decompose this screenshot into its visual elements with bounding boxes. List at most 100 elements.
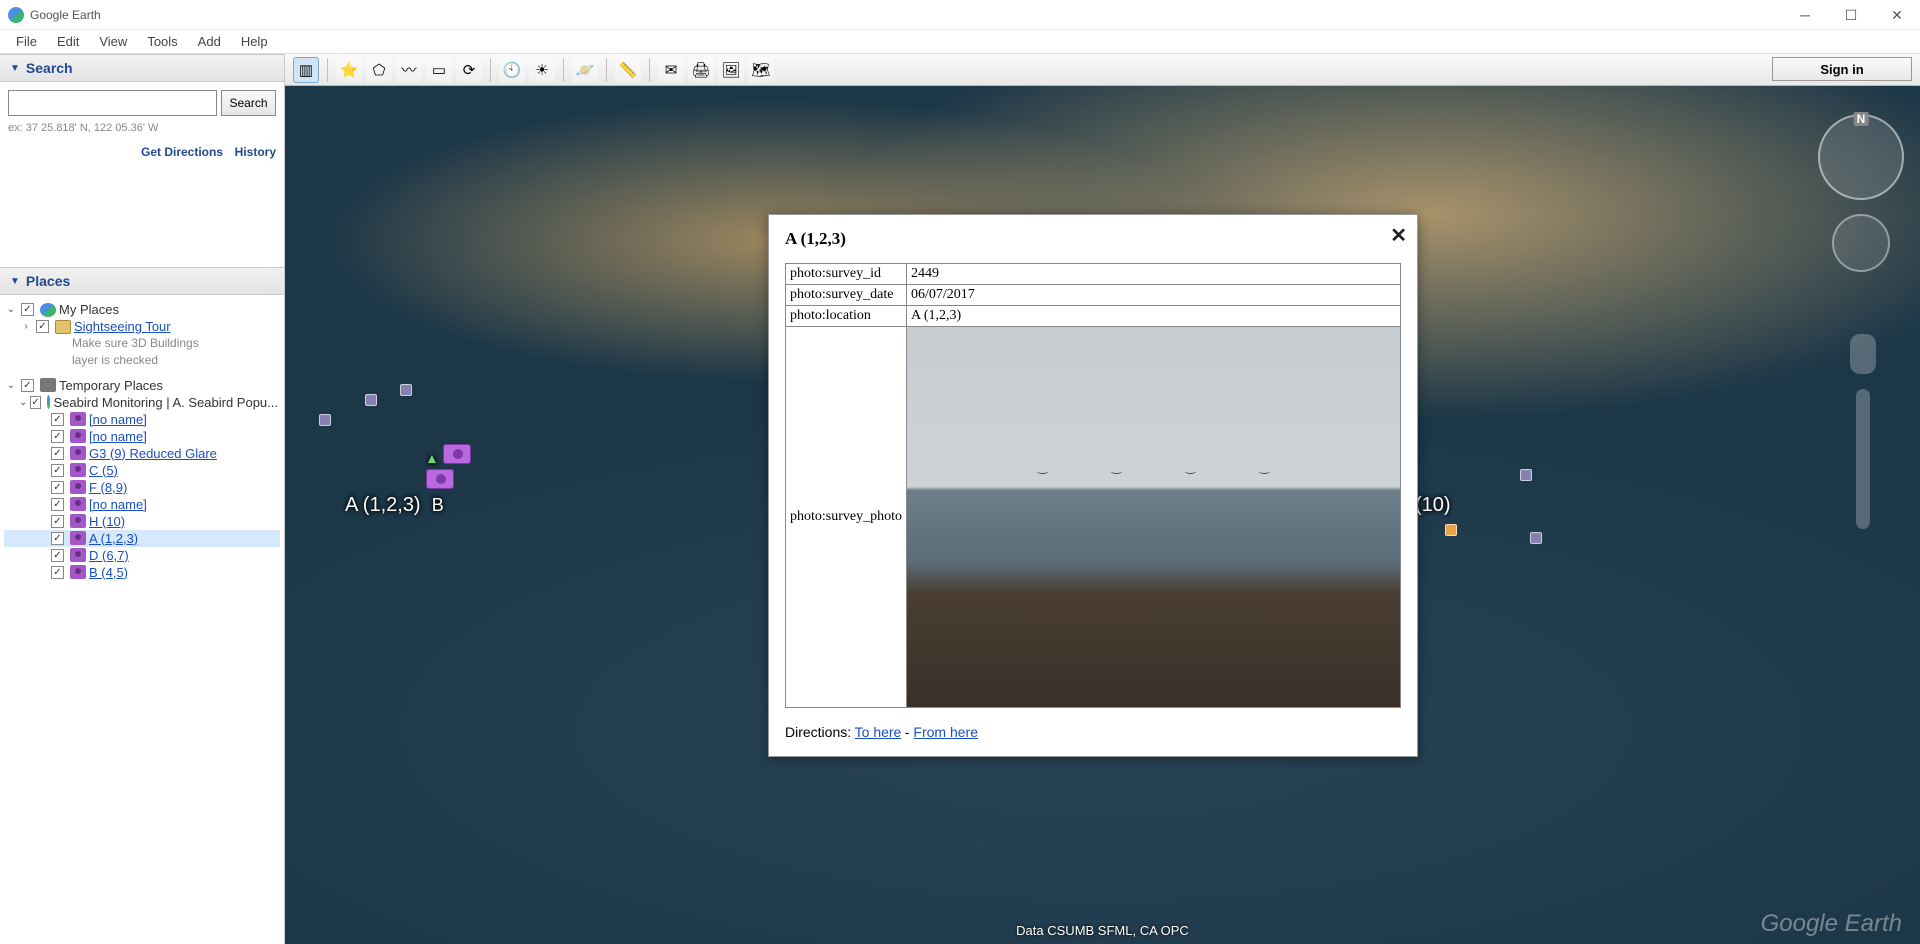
tree-place-item[interactable]: B (4,5) — [4, 564, 280, 581]
placemark-button[interactable]: ⭐ — [336, 57, 362, 83]
balloon-close-button[interactable]: ✕ — [1390, 223, 1407, 248]
tree-place-item[interactable]: [no name] — [4, 411, 280, 428]
close-button[interactable]: ✕ — [1874, 0, 1920, 30]
place-item-label[interactable]: B (4,5) — [89, 565, 128, 580]
map-marker-small[interactable] — [400, 384, 412, 396]
checkbox[interactable] — [30, 396, 40, 409]
checkbox[interactable] — [21, 379, 34, 392]
tree-place-item[interactable]: F (8,9) — [4, 479, 280, 496]
search-panel-header[interactable]: Search — [0, 54, 284, 82]
titlebar: Google Earth ─ ☐ ✕ — [0, 0, 1920, 30]
tree-place-item[interactable]: [no name] — [4, 496, 280, 513]
place-item-label[interactable]: D (6,7) — [89, 548, 129, 563]
menu-file[interactable]: File — [6, 32, 47, 51]
map-marker-small[interactable] — [319, 414, 331, 426]
image-overlay-button[interactable]: ▭ — [426, 57, 452, 83]
to-here-link[interactable]: To here — [855, 724, 902, 740]
tree-place-item[interactable]: [no name] — [4, 428, 280, 445]
get-directions-link[interactable]: Get Directions — [141, 145, 223, 159]
menu-tools[interactable]: Tools — [137, 32, 187, 51]
search-button[interactable]: Search — [221, 90, 276, 116]
table-row: photo:survey_id 2449 — [786, 264, 1401, 285]
sidebar-toggle-button[interactable]: ▥ — [293, 57, 319, 83]
checkbox[interactable] — [51, 430, 64, 443]
checkbox[interactable] — [51, 447, 64, 460]
menu-view[interactable]: View — [89, 32, 137, 51]
polygon-button[interactable]: ⬠ — [366, 57, 392, 83]
signin-button[interactable]: Sign in — [1772, 57, 1912, 81]
email-button[interactable]: ✉ — [658, 57, 684, 83]
camera-icon — [70, 446, 86, 460]
place-item-label[interactable]: H (10) — [89, 514, 125, 529]
place-item-label[interactable]: G3 (9) Reduced Glare — [89, 446, 217, 461]
globe-icon — [40, 303, 56, 317]
tree-place-item[interactable]: H (10) — [4, 513, 280, 530]
camera-icon — [70, 531, 86, 545]
minimize-button[interactable]: ─ — [1782, 0, 1828, 30]
place-item-label[interactable]: [no name] — [89, 497, 147, 512]
expand-icon[interactable]: ⌄ — [4, 380, 18, 391]
checkbox[interactable] — [51, 464, 64, 477]
map-viewport[interactable]: ▥ ⭐ ⬠ 〰 ▭ ⟳ 🕙 ☀ 🪐 📏 ✉ 🖨 🖼 🗺 Sign in — [285, 54, 1920, 944]
map-label-a: A (1,2,3) B — [345, 494, 444, 517]
menu-edit[interactable]: Edit — [47, 32, 89, 51]
tree-place-item[interactable]: G3 (9) Reduced Glare — [4, 445, 280, 462]
checkbox[interactable] — [51, 481, 64, 494]
checkbox[interactable] — [36, 320, 49, 333]
pegman-control[interactable] — [1850, 334, 1876, 374]
save-image-button[interactable]: 🖼 — [718, 57, 744, 83]
table-row: photo:survey_photo ‿‿‿‿ — [786, 327, 1401, 708]
map-marker-small[interactable] — [1445, 524, 1457, 536]
checkbox[interactable] — [21, 303, 34, 316]
app-icon — [8, 7, 24, 23]
search-input[interactable] — [8, 90, 217, 116]
map-marker-small[interactable] — [1520, 469, 1532, 481]
tree-seabird[interactable]: ⌄ Seabird Monitoring | A. Seabird Popu..… — [4, 394, 280, 411]
checkbox[interactable] — [51, 413, 64, 426]
maximize-button[interactable]: ☐ — [1828, 0, 1874, 30]
tree-place-item[interactable]: C (5) — [4, 462, 280, 479]
tree-place-item[interactable]: A (1,2,3) — [4, 530, 280, 547]
checkbox[interactable] — [51, 566, 64, 579]
menubar: File Edit View Tools Add Help — [0, 30, 1920, 54]
expand-icon[interactable]: ⌄ — [19, 397, 27, 408]
tree-place-item[interactable]: D (6,7) — [4, 547, 280, 564]
checkbox[interactable] — [51, 515, 64, 528]
attribution-text: Data CSUMB SFML, CA OPC — [1016, 923, 1189, 938]
menu-add[interactable]: Add — [188, 32, 231, 51]
map-marker-small[interactable] — [1530, 532, 1542, 544]
expand-icon[interactable]: ⌄ — [4, 304, 18, 315]
places-panel-header[interactable]: Places — [0, 267, 284, 295]
place-item-label[interactable]: [no name] — [89, 429, 147, 444]
tree-sightseeing[interactable]: › Sightseeing Tour — [4, 318, 280, 335]
place-item-label[interactable]: C (5) — [89, 463, 118, 478]
checkbox[interactable] — [51, 532, 64, 545]
folder-icon — [55, 320, 71, 334]
expand-icon[interactable]: › — [19, 321, 33, 332]
sunlight-button[interactable]: ☀ — [529, 57, 555, 83]
view-in-maps-button[interactable]: 🗺 — [748, 57, 774, 83]
map-marker-a[interactable]: ▲ — [425, 444, 471, 491]
from-here-link[interactable]: From here — [913, 724, 978, 740]
tree-my-places[interactable]: ⌄ My Places — [4, 301, 280, 318]
zoom-slider[interactable] — [1856, 389, 1870, 529]
look-control[interactable] — [1832, 214, 1890, 272]
place-item-label[interactable]: [no name] — [89, 412, 147, 427]
checkbox[interactable] — [51, 498, 64, 511]
path-button[interactable]: 〰 — [396, 57, 422, 83]
checkbox[interactable] — [51, 549, 64, 562]
place-item-label[interactable]: F (8,9) — [89, 480, 127, 495]
compass-control[interactable]: N — [1818, 114, 1904, 200]
history-button[interactable]: 🕙 — [499, 57, 525, 83]
planet-button[interactable]: 🪐 — [572, 57, 598, 83]
tree-temp-places[interactable]: ⌄ Temporary Places — [4, 377, 280, 394]
history-link[interactable]: History — [235, 145, 276, 159]
window-controls: ─ ☐ ✕ — [1782, 0, 1920, 30]
menu-help[interactable]: Help — [231, 32, 278, 51]
print-button[interactable]: 🖨 — [688, 57, 714, 83]
map-marker-small[interactable] — [365, 394, 377, 406]
window-title: Google Earth — [30, 8, 101, 22]
record-tour-button[interactable]: ⟳ — [456, 57, 482, 83]
ruler-button[interactable]: 📏 — [615, 57, 641, 83]
place-item-label[interactable]: A (1,2,3) — [89, 531, 138, 546]
